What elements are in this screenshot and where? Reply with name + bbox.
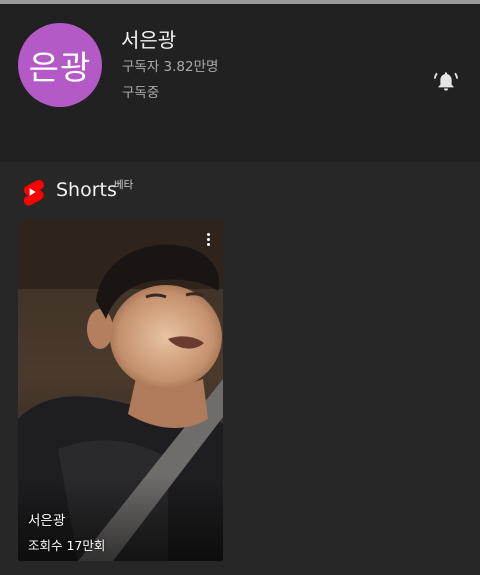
subscriber-count: 구독자 3.82만명 [122, 59, 219, 75]
more-vert-icon[interactable] [201, 229, 215, 249]
channel-header: 은광 서은광 구독자 3.82만명 구독중 [0, 4, 480, 162]
short-video-card[interactable]: 서은광 조회수 17만회 [18, 219, 223, 561]
shorts-section: Shorts 베타 서은광 조회수 17만회 [0, 162, 480, 575]
short-view-count: 조회수 17만회 [28, 538, 106, 553]
beta-badge: 베타 [114, 179, 134, 191]
shorts-section-title: Shorts [56, 179, 117, 201]
channel-avatar[interactable]: 은광 [18, 23, 102, 107]
short-title: 서은광 [28, 513, 66, 529]
youtube-shorts-logo [18, 178, 46, 206]
avatar-text: 은광 [28, 48, 92, 87]
bell-ringing-icon[interactable] [430, 66, 462, 98]
channel-name[interactable]: 서은광 [121, 24, 176, 53]
subscribed-status[interactable]: 구독중 [122, 81, 159, 101]
